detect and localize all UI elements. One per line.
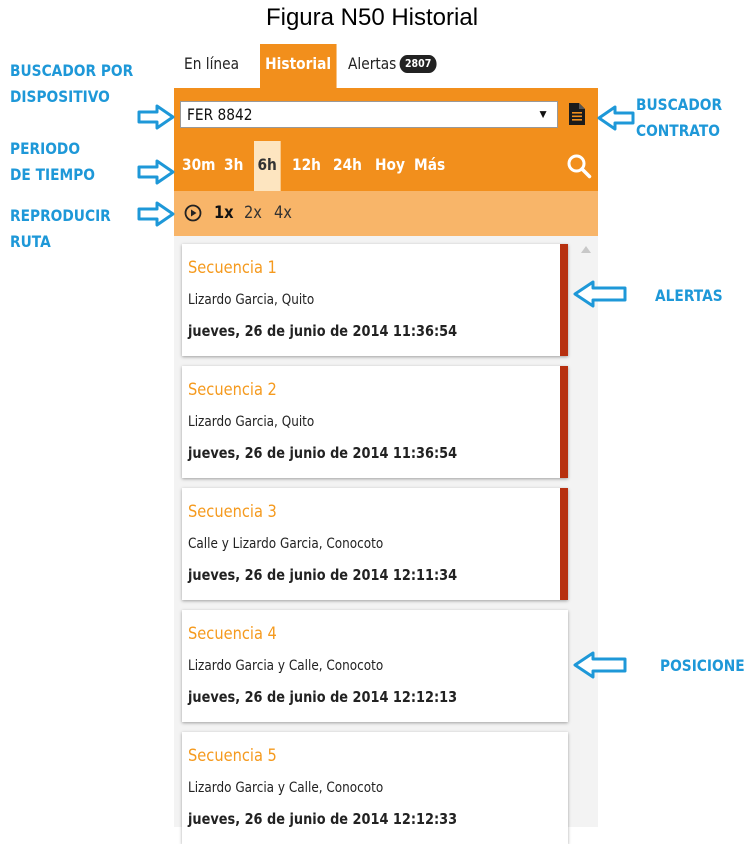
sequence-date: jueves, 26 de junio de 2014 11:36:54 <box>188 322 458 340</box>
annotation-line: REPRODUCIR <box>10 206 111 225</box>
list-item[interactable]: Secuencia 1 Lizardo Garcia, Quito jueves… <box>182 244 568 356</box>
annotation-line: BUSCADOR <box>636 95 723 114</box>
annotation-buscador-dispositivo: BUSCADOR POR DISPOSITIVO <box>10 58 133 110</box>
annotation-line: DISPOSITIVO <box>10 87 110 106</box>
annotation-alertas: ALERTAS <box>655 286 723 305</box>
speed-1x[interactable]: 1x <box>214 191 234 236</box>
annotation-line: CONTRATO <box>636 121 720 140</box>
sequence-title: Secuencia 5 <box>188 746 277 766</box>
sequence-address: Lizardo Garcia y Calle, Conocoto <box>188 780 384 796</box>
sequence-address: Lizardo Garcia, Quito <box>188 414 315 430</box>
scrollbar[interactable] <box>576 236 598 446</box>
period-12h[interactable]: 12h <box>292 141 321 191</box>
arrow-right-icon <box>137 159 175 185</box>
speed-2x[interactable]: 2x <box>244 191 262 236</box>
period-6h[interactable]: 6h <box>254 141 281 191</box>
arrow-right-icon <box>137 201 175 227</box>
playback-bar: 1x 2x 4x <box>174 191 598 236</box>
sequence-date: jueves, 26 de junio de 2014 12:12:33 <box>188 810 458 828</box>
annotation-line: PERIODO <box>10 139 81 158</box>
annotation-periodo: PERIODO DE TIEMPO <box>10 136 95 188</box>
period-24h[interactable]: 24h <box>333 141 362 191</box>
period-bar: 30m 3h 6h 12h 24h Hoy Más <box>174 141 598 191</box>
device-select[interactable]: FER 8842 ▼ <box>180 101 558 128</box>
annotation-posiciones: POSICIONES <box>660 656 744 675</box>
sequence-address: Lizardo Garcia, Quito <box>188 292 315 308</box>
scroll-up-icon[interactable] <box>581 246 591 253</box>
dropdown-arrow-icon: ▼ <box>537 107 549 121</box>
arrow-left-icon <box>573 651 627 679</box>
sequence-title: Secuencia 3 <box>188 502 277 522</box>
sequence-title: Secuencia 4 <box>188 624 277 644</box>
alert-indicator <box>560 244 568 356</box>
tab-alertas[interactable]: Alertas 2807 <box>348 44 437 90</box>
list-item[interactable]: Secuencia 2 Lizardo Garcia, Quito jueves… <box>182 366 568 478</box>
alert-indicator <box>560 366 568 478</box>
sequence-address: Lizardo Garcia y Calle, Conocoto <box>188 658 384 674</box>
arrow-left-icon <box>573 280 627 308</box>
device-search-panel: FER 8842 ▼ <box>174 88 598 141</box>
period-hoy[interactable]: Hoy <box>375 141 405 191</box>
annotation-line: BUSCADOR POR <box>10 61 134 80</box>
period-mas[interactable]: Más <box>414 141 445 191</box>
period-30m[interactable]: 30m <box>182 141 215 191</box>
device-select-value: FER 8842 <box>187 105 253 124</box>
sequence-date: jueves, 26 de junio de 2014 12:12:13 <box>188 688 458 706</box>
alert-count-badge: 2807 <box>399 54 437 73</box>
annotation-reproducir: REPRODUCIR RUTA <box>10 203 111 255</box>
speed-4x[interactable]: 4x <box>274 191 292 236</box>
search-icon[interactable] <box>566 153 592 179</box>
arrow-right-icon <box>137 104 175 130</box>
annotation-buscador-contrato: BUSCADOR CONTRATO <box>636 92 722 144</box>
list-item[interactable]: Secuencia 3 Calle y Lizardo Garcia, Cono… <box>182 488 568 600</box>
sequence-date: jueves, 26 de junio de 2014 11:36:54 <box>188 444 458 462</box>
sequence-title: Secuencia 2 <box>188 380 277 400</box>
document-icon[interactable] <box>568 102 586 126</box>
arrow-left-icon <box>597 105 635 131</box>
tab-en-linea[interactable]: En línea <box>184 44 239 90</box>
sequence-date: jueves, 26 de junio de 2014 12:11:34 <box>188 566 458 584</box>
list-item[interactable]: Secuencia 5 Lizardo Garcia y Calle, Cono… <box>182 732 568 844</box>
alert-indicator <box>560 488 568 600</box>
annotation-line: DE TIEMPO <box>10 165 95 184</box>
figure-title: Figura N50 Historial <box>265 4 479 31</box>
sequence-title: Secuencia 1 <box>188 258 277 278</box>
list-item[interactable]: Secuencia 4 Lizardo Garcia y Calle, Cono… <box>182 610 568 722</box>
play-icon[interactable] <box>184 204 202 222</box>
tab-bar: En línea Historial Alertas 2807 <box>178 44 598 90</box>
tab-alertas-label: Alertas <box>348 54 397 73</box>
period-3h[interactable]: 3h <box>224 141 243 191</box>
annotation-line: RUTA <box>10 232 51 251</box>
sequence-address: Calle y Lizardo Garcia, Conocoto <box>188 536 384 552</box>
tab-historial[interactable]: Historial <box>260 44 337 90</box>
